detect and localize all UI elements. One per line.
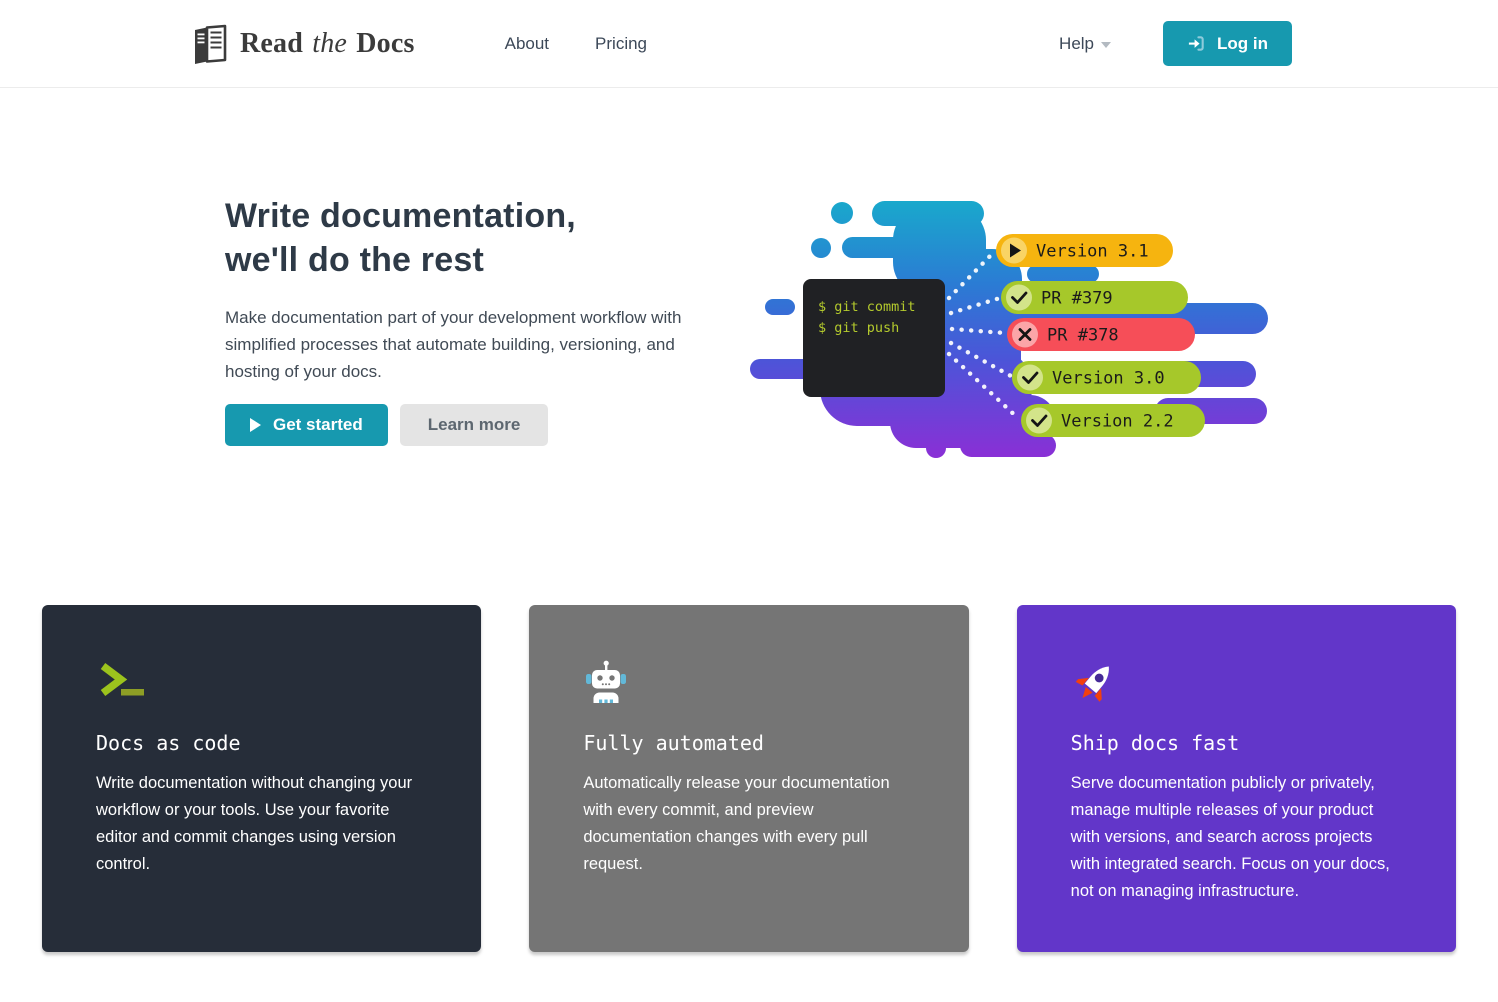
badge-version-3-0: Version 3.0 xyxy=(1012,361,1201,394)
feature-title: Ship docs fast xyxy=(1071,731,1402,755)
main-nav: About Pricing xyxy=(505,34,647,54)
nav-about[interactable]: About xyxy=(505,34,549,54)
play-icon xyxy=(250,418,261,432)
hero-illustration: $ git commit $ git push Version 3.1 PR #… xyxy=(750,191,1270,463)
feature-title: Docs as code xyxy=(96,731,427,755)
svg-text:Version 2.2: Version 2.2 xyxy=(1061,412,1174,432)
badge-version-2-2: Version 2.2 xyxy=(1021,404,1205,437)
get-started-label: Get started xyxy=(273,415,363,435)
readthedocs-logo[interactable]: Read the Docs xyxy=(190,22,415,66)
learn-more-label: Learn more xyxy=(428,415,521,435)
learn-more-button[interactable]: Learn more xyxy=(400,404,549,446)
chevron-down-icon xyxy=(1101,42,1111,48)
svg-text:PR #378: PR #378 xyxy=(1047,326,1119,346)
page-title: Write documentation, we'll do the rest xyxy=(225,194,715,282)
terminal-line-2: $ git push xyxy=(818,320,899,336)
hero-section: Write documentation, we'll do the rest M… xyxy=(0,88,1498,605)
svg-text:Version 3.0: Version 3.0 xyxy=(1052,369,1165,389)
svg-text:Version 3.1: Version 3.1 xyxy=(1036,242,1149,262)
hero-description: Make documentation part of your developm… xyxy=(225,304,695,385)
rocket-icon xyxy=(1071,659,1119,705)
feature-description: Serve documentation publicly or privatel… xyxy=(1071,770,1402,905)
login-label: Log in xyxy=(1217,34,1268,54)
help-menu[interactable]: Help xyxy=(1059,34,1111,54)
book-icon xyxy=(190,22,230,66)
terminal-line-1: $ git commit xyxy=(818,299,916,315)
feature-card-ship-docs-fast: Ship docs fast Serve documentation publi… xyxy=(1017,605,1456,952)
terminal-prompt-icon xyxy=(96,659,146,701)
help-label: Help xyxy=(1059,34,1094,54)
feature-description: Write documentation without changing you… xyxy=(96,770,427,878)
get-started-button[interactable]: Get started xyxy=(225,404,388,446)
badge-version-3-1: Version 3.1 xyxy=(996,234,1173,267)
sign-in-icon xyxy=(1187,34,1206,53)
header: Read the Docs About Pricing Help Log in xyxy=(0,0,1498,88)
login-button[interactable]: Log in xyxy=(1163,21,1292,66)
feature-description: Automatically release your documentation… xyxy=(583,770,914,878)
badge-pr-378: PR #378 xyxy=(1007,318,1195,351)
robot-icon xyxy=(583,659,629,705)
badge-pr-379: PR #379 xyxy=(1001,281,1188,314)
nav-pricing[interactable]: Pricing xyxy=(595,34,647,54)
feature-title: Fully automated xyxy=(583,731,914,755)
logo-text: Read the Docs xyxy=(240,28,415,60)
features-section: Docs as code Write documentation without… xyxy=(0,605,1498,952)
feature-card-fully-automated: Fully automated Automatically release yo… xyxy=(529,605,968,952)
feature-card-docs-as-code: Docs as code Write documentation without… xyxy=(42,605,481,952)
svg-text:PR #379: PR #379 xyxy=(1041,289,1113,309)
git-terminal: $ git commit $ git push xyxy=(803,279,945,397)
